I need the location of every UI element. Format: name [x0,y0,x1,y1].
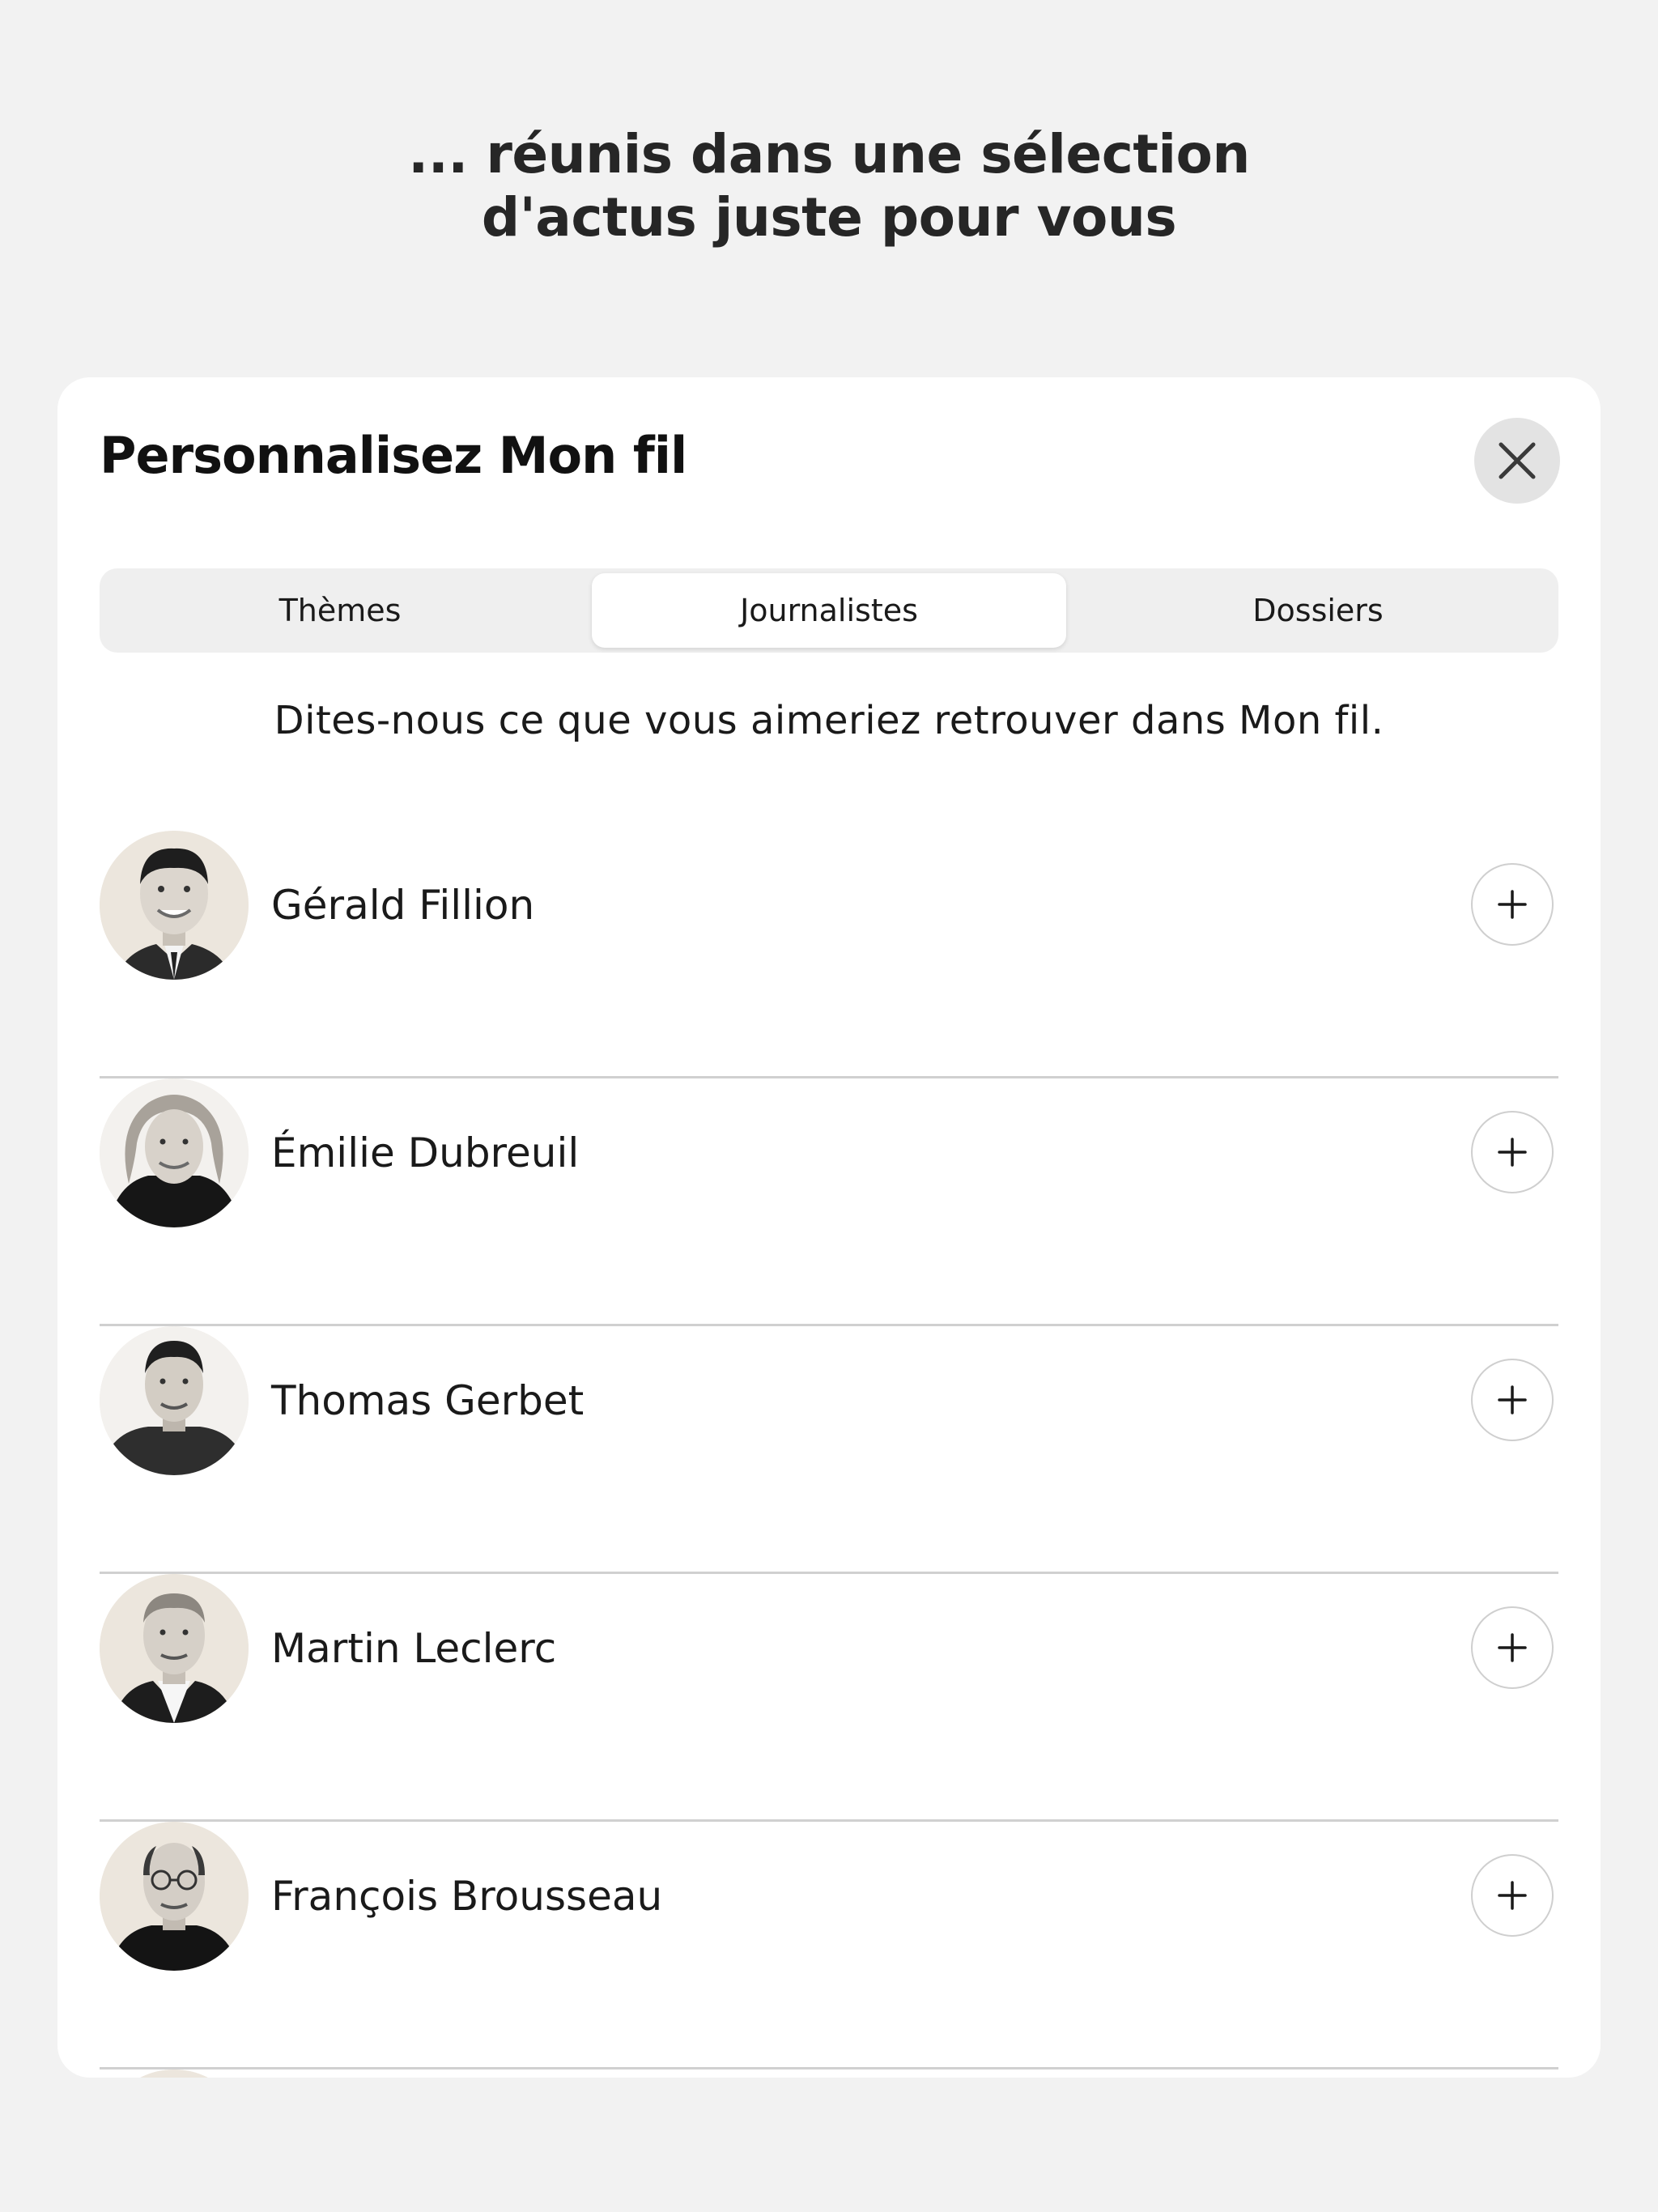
follow-button[interactable] [1471,1854,1554,1937]
avatar [100,1822,249,1971]
tab-themes[interactable]: Thèmes [103,573,577,648]
onboarding-headline: ... réunis dans une sélection d'actus ju… [0,123,1658,249]
list-item: Gérald Fillion [100,831,1558,1078]
sheet-subtitle: Dites-nous ce que vous aimeriez retrouve… [274,698,1384,743]
journalist-name: Thomas Gerbet [271,1377,585,1424]
journalist-list: Gérald Fillion Émilie Dubreuil Thomas Ge… [100,831,1558,2078]
journalist-name: Émilie Dubreuil [271,1129,580,1176]
follow-button[interactable] [1471,1606,1554,1689]
avatar [100,1326,249,1475]
avatar [100,1574,249,1723]
list-item: François Brousseau [100,1822,1558,2069]
close-button[interactable] [1474,418,1560,504]
plus-icon [1498,890,1527,919]
avatar [100,831,249,980]
follow-button[interactable] [1471,863,1554,946]
plus-icon [1498,1881,1527,1910]
journalist-name: Martin Leclerc [271,1625,557,1672]
list-item: Thomas Gerbet [100,1326,1558,1574]
headline-line-2: d'actus juste pour vous [481,186,1177,249]
avatar [100,2069,249,2078]
personalize-sheet: Personnalisez Mon fil Thèmes Journaliste… [57,377,1601,2078]
plus-icon [1498,1385,1527,1414]
tab-dossiers[interactable]: Dossiers [1081,573,1555,648]
follow-button[interactable] [1471,1359,1554,1441]
sheet-title: Personnalisez Mon fil [100,426,687,485]
journalist-name: François Brousseau [271,1873,663,1920]
avatar [100,1078,249,1227]
list-item: Émilie Dubreuil [100,1078,1558,1326]
tab-switcher: Thèmes Journalistes Dossiers [100,568,1558,653]
journalist-name: Gérald Fillion [271,882,535,929]
close-icon [1499,442,1536,479]
list-item [100,2069,1558,2078]
follow-button[interactable] [1471,1111,1554,1193]
tab-journalists[interactable]: Journalistes [592,573,1066,648]
headline-line-1: ... réunis dans une sélection [408,123,1250,185]
list-item: Martin Leclerc [100,1574,1558,1822]
plus-icon [1498,1138,1527,1167]
plus-icon [1498,1633,1527,1662]
